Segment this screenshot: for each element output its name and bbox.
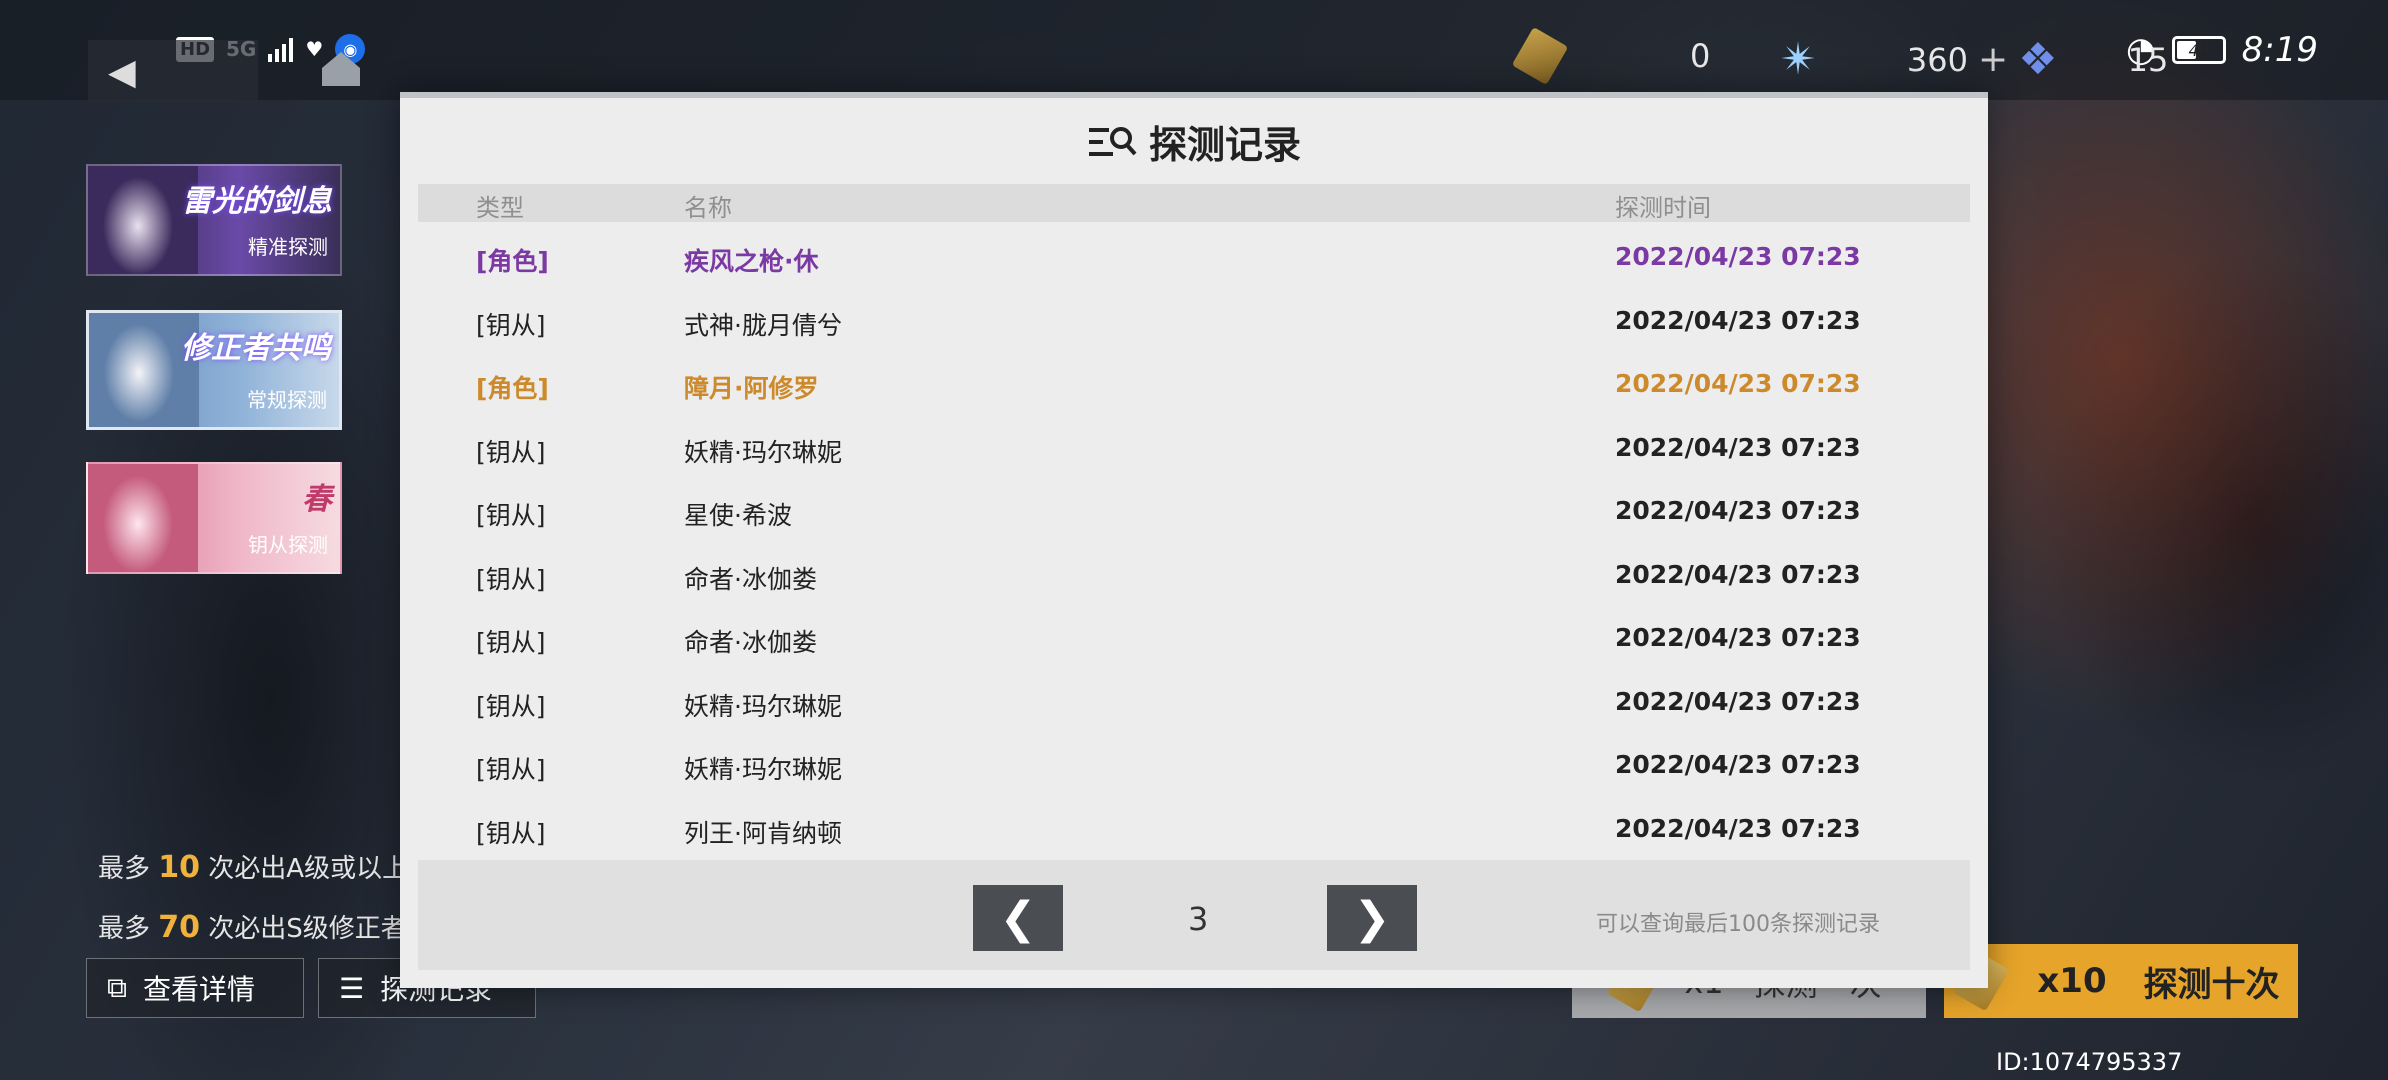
row-name: 列王·阿肯纳顿 — [684, 818, 842, 848]
currency-ticket[interactable]: 0 — [1511, 26, 1711, 86]
row-name: 疾风之枪·休 — [684, 247, 819, 276]
row-type: [钥从] — [476, 755, 546, 784]
currency-ticket-value: 0 — [1690, 37, 1711, 75]
pity-info-s: 最多 70 次必出S级修正者 — [98, 910, 407, 945]
row-name: 命者·冰伽娄 — [684, 564, 817, 594]
modal-title: 探测记录 — [400, 114, 1988, 169]
header-name: 名称 — [684, 194, 732, 222]
row-name: 星使·希波 — [684, 501, 792, 530]
row-time: 2022/04/23 07:23 — [1615, 496, 1861, 525]
home-icon[interactable] — [318, 48, 364, 88]
banner-spring[interactable]: 春 钥从探测 — [86, 462, 342, 574]
row-name: 式神·胧月倩兮 — [684, 310, 842, 340]
back-arrow-icon: ◀ — [108, 52, 136, 93]
row-name: 命者·冰伽娄 — [684, 628, 817, 657]
table-row: [钥从] 星使·希波 2022/04/23 07:23 — [418, 478, 1970, 542]
row-time: 2022/04/23 07:23 — [1615, 432, 1861, 462]
records-limit-note: 可以查询最后100条探测记录 — [1596, 912, 1880, 937]
currency-crystal-value: 360 — [1906, 40, 1968, 79]
clock: 8:19 — [2241, 30, 2318, 70]
row-time: 2022/04/23 07:23 — [1615, 559, 1861, 589]
ticket-icon — [1511, 26, 1569, 86]
signal-icon — [268, 36, 294, 62]
table-row: [钥从] 妖精·玛尔琳妮 2022/04/23 07:23 — [418, 732, 1970, 796]
table-row: [角色] 障月·阿修罗 2022/04/23 07:23 — [418, 351, 1970, 415]
draw-ten-label: 探测十次 — [2143, 964, 2280, 1005]
row-type: [角色] — [476, 247, 549, 276]
draw-ten-count: x10 — [2037, 961, 2107, 1001]
row-time: 2022/04/23 07:23 — [1615, 623, 1861, 652]
banner-subtitle: 常规探测 — [247, 388, 327, 412]
row-type: [钥从] — [476, 437, 546, 467]
table-row: [钥从] 列王·阿肯纳顿 2022/04/23 07:23 — [418, 796, 1970, 860]
row-name: 障月·阿修罗 — [684, 374, 819, 403]
plus-icon[interactable]: + — [1978, 39, 2008, 80]
row-time: 2022/04/23 07:23 — [1615, 686, 1861, 716]
details-icon: ⧉ — [107, 971, 127, 1004]
next-page-button[interactable]: ❯ — [1327, 885, 1417, 951]
battery-icon: 41 — [2171, 36, 2226, 64]
gem-icon: ❖ — [2018, 34, 2058, 85]
records-modal: 探测记录 类型 名称 探测时间 [角色] 疾风之枪·休 2022/04/23 0… — [400, 92, 1988, 988]
back-button[interactable]: ◀ — [88, 40, 258, 102]
table-row: [钥从] 式神·胧月倩兮 2022/04/23 07:23 — [418, 288, 1970, 352]
banner-lightning-sword[interactable]: 雷光的剑息 精准探测 — [86, 164, 342, 276]
banner-corrector-resonance[interactable]: 修正者共鸣 常规探测 — [86, 310, 342, 430]
row-name: 妖精·玛尔琳妮 — [684, 691, 842, 721]
user-id: ID:1074795337 — [1996, 1048, 2183, 1076]
row-time: 2022/04/23 07:23 — [1615, 242, 1861, 271]
modal-title-text: 探测记录 — [1148, 123, 1301, 167]
row-time: 2022/04/23 07:23 — [1615, 369, 1861, 398]
table-row: [角色] 疾风之枪·休 2022/04/23 07:23 — [418, 224, 1970, 288]
row-time: 2022/04/23 07:23 — [1615, 305, 1861, 335]
row-time: 2022/04/23 07:23 — [1615, 813, 1861, 843]
currency-gem-value: 15 — [2127, 40, 2169, 79]
pagination-footer: ❮ 3 ❯ 可以查询最后100条探测记录 — [418, 860, 1970, 970]
page-number: 3 — [1188, 900, 1209, 938]
row-type: [钥从] — [476, 310, 546, 340]
banner-title: 雷光的剑息 — [182, 184, 332, 219]
view-details-label: 查看详情 — [143, 973, 256, 1006]
banner-subtitle: 精准探测 — [248, 235, 328, 259]
table-row: [钥从] 妖精·玛尔琳妮 2022/04/23 07:23 — [418, 415, 1970, 479]
banner-title: 春 — [302, 482, 332, 517]
crystal-icon: ✴ — [1780, 34, 1817, 85]
records-list: [角色] 疾风之枪·休 2022/04/23 07:23 [钥从] 式神·胧月倩… — [418, 224, 1970, 859]
currency-crystal[interactable]: ✴ 360 + ❖ 15 — [1780, 34, 2168, 85]
banner-title: 修正者共鸣 — [181, 331, 331, 366]
banner-character-image — [88, 464, 198, 572]
row-type: [钥从] — [476, 691, 546, 721]
prev-page-button[interactable]: ❮ — [973, 885, 1063, 951]
draw-ten-button[interactable]: x10 探测十次 — [1944, 944, 2298, 1018]
list-icon: ☰ — [339, 971, 365, 1005]
header-type: 类型 — [476, 194, 524, 222]
row-name: 妖精·玛尔琳妮 — [684, 755, 842, 784]
row-type: [角色] — [476, 374, 549, 403]
table-row: [钥从] 命者·冰伽娄 2022/04/23 07:23 — [418, 605, 1970, 669]
row-type: [钥从] — [476, 564, 546, 594]
banner-subtitle: 钥从探测 — [248, 533, 328, 557]
row-type: [钥从] — [476, 818, 546, 848]
view-details-button[interactable]: ⧉ 查看详情 — [86, 958, 304, 1018]
row-type: [钥从] — [476, 628, 546, 657]
table-header: 类型 名称 探测时间 — [418, 184, 1970, 222]
search-list-icon — [1088, 126, 1137, 156]
row-time: 2022/04/23 07:23 — [1615, 750, 1861, 779]
table-row: [钥从] 命者·冰伽娄 2022/04/23 07:23 — [418, 542, 1970, 606]
row-type: [钥从] — [476, 501, 546, 530]
pity-info-a: 最多 10 次必出A级或以上 — [98, 850, 409, 885]
row-name: 妖精·玛尔琳妮 — [684, 437, 842, 467]
table-row: [钥从] 妖精·玛尔琳妮 2022/04/23 07:23 — [418, 669, 1970, 733]
header-time: 探测时间 — [1615, 194, 1711, 222]
